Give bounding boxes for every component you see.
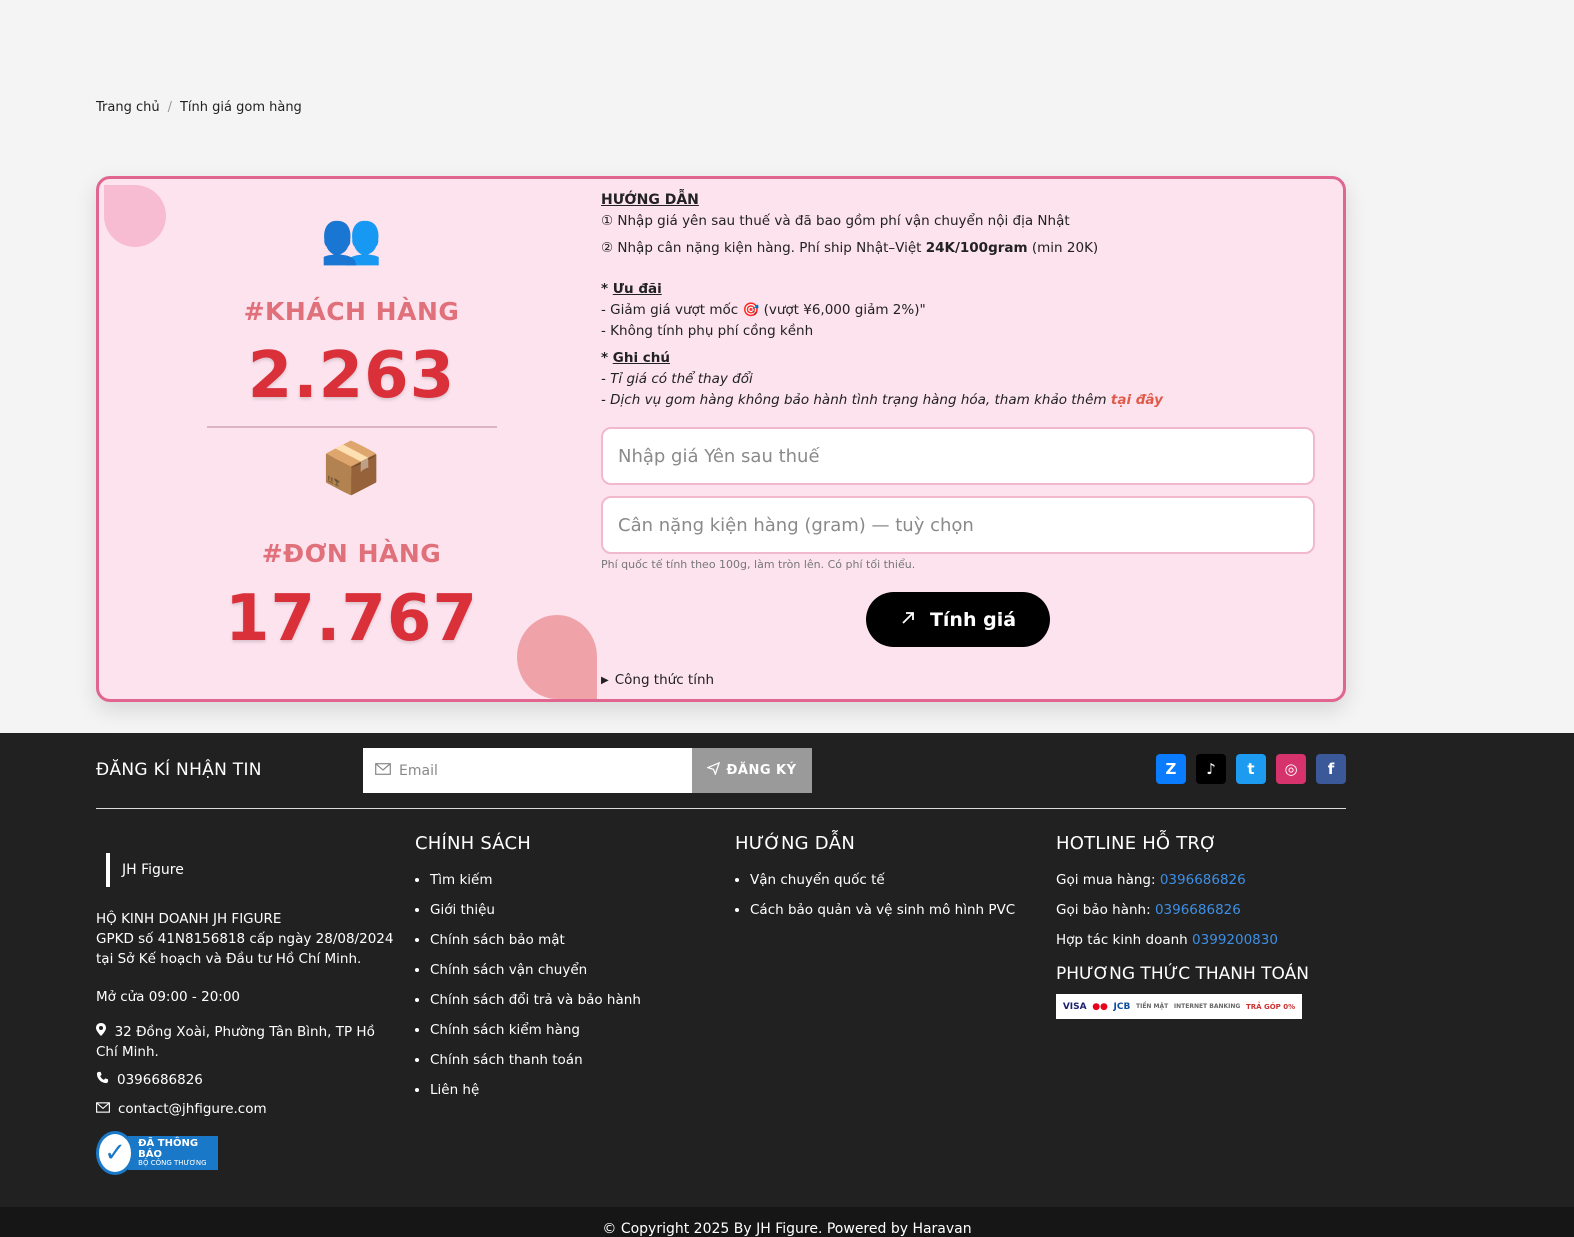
note-item-1: - Tỉ giá có thể thay đổi (601, 371, 753, 387)
arrow-up-right-icon (900, 609, 916, 631)
customers-label: #KHÁCH HÀNG (243, 297, 460, 326)
policy-link[interactable]: Chính sách thanh toán (430, 1050, 641, 1070)
hotline-title: HOTLINE HỖ TRỢ (1056, 833, 1217, 854)
store-phone[interactable]: 0396686826 (96, 1071, 203, 1088)
policy-link[interactable]: Chính sách vận chuyển (430, 960, 641, 980)
policy-link[interactable]: Giới thiệu (430, 900, 641, 920)
breadcrumb-home-link[interactable]: Trang chủ (96, 100, 160, 115)
customers-icon: 👥 (320, 209, 383, 267)
hotline-warranty-number[interactable]: 0396686826 (1155, 902, 1241, 918)
subscribe-label: ĐĂNG KÝ (726, 763, 797, 778)
guide-column: HƯỚNG DẪN Vận chuyển quốc tế Cách bảo qu… (735, 833, 1015, 930)
company-name: HỘ KINH DOANH JH FIGURE (96, 911, 282, 927)
tiktok-icon[interactable]: ♪ (1196, 754, 1226, 784)
offer-item-2: - Không tính phụ phí cồng kềnh (601, 323, 814, 339)
newsletter-email-placeholder: Email (399, 762, 438, 779)
company-info: HỘ KINH DOANH JH FIGURE GPKD số 41N81568… (96, 909, 396, 969)
note-title: * Ghi chú (601, 350, 671, 366)
zalo-icon[interactable]: Z (1156, 754, 1186, 784)
breadcrumb-current: Tính giá gom hàng (179, 100, 302, 115)
policy-link[interactable]: Chính sách kiểm hàng (430, 1020, 641, 1040)
footer-brand: JH Figure (106, 853, 184, 887)
company-registration: GPKD số 41N8156818 cấp ngày 28/08/2024 t… (96, 931, 394, 967)
formula-label: Công thức tính (614, 672, 715, 688)
opening-hours: Mở cửa 09:00 - 20:00 (96, 989, 241, 1005)
shipping-hint: Phí quốc tế tính theo 100g, làm tròn lên… (601, 558, 916, 571)
hotline-column: HOTLINE HỖ TRỢ Gọi mua hàng: 0396686826 … (1056, 833, 1309, 1019)
mastercard-icon: ●● (1092, 1001, 1108, 1012)
hotline-buy-number[interactable]: 0396686826 (1160, 872, 1246, 888)
offer-item-1: - Giảm giá vượt mốc 🎯 (vượt ¥6,000 giảm … (601, 302, 926, 318)
installment-icon: TRẢ GÓP 0% (1245, 1002, 1296, 1011)
weight-input[interactable] (601, 496, 1315, 554)
orders-icon: 📦 (320, 439, 383, 497)
ministry-registration-badge[interactable]: ✓ ĐÃ THÔNG BÁO BỘ CÔNG THƯƠNG (96, 1131, 218, 1175)
cash-icon: TIỀN MẶT (1136, 1003, 1169, 1010)
paper-plane-icon (706, 761, 721, 779)
orders-label: #ĐƠN HÀNG (261, 539, 442, 568)
social-links: Z ♪ t ◎ f (1156, 754, 1346, 784)
phone-icon (96, 1071, 109, 1088)
newsletter-email-input[interactable]: Email (363, 748, 692, 793)
footer-divider (96, 808, 1346, 809)
map-pin-icon (96, 1023, 110, 1040)
stats-divider (207, 426, 497, 428)
guide-step-2: ② Nhập cân nặng kiện hàng. Phí ship Nhật… (601, 240, 1099, 256)
policy-title: CHÍNH SÁCH (415, 833, 531, 854)
instagram-icon[interactable]: ◎ (1276, 754, 1306, 784)
twitter-icon[interactable]: t (1236, 754, 1266, 784)
policy-link[interactable]: Chính sách bảo mật (430, 930, 641, 950)
policy-column: CHÍNH SÁCH Tìm kiếm Giới thiệu Chính sác… (415, 833, 641, 1110)
guide-title: HƯỚNG DẪN (601, 192, 699, 208)
policy-link[interactable]: Tìm kiếm (430, 870, 641, 890)
hotline-buy: Gọi mua hàng: 0396686826 (1056, 872, 1246, 888)
internet-banking-icon: INTERNET BANKING (1173, 1003, 1241, 1010)
guide-section: HƯỚNG DẪN ① Nhập giá yên sau thuế và đã … (601, 190, 1321, 411)
policy-link[interactable]: Chính sách đổi trả và bảo hành (430, 990, 641, 1010)
guide-step-1: ① Nhập giá yên sau thuế và đã bao gồm ph… (601, 213, 1070, 229)
newsletter-subscribe-button[interactable]: ĐĂNG KÝ (692, 748, 812, 793)
guide-column-title: HƯỚNG DẪN (735, 833, 855, 854)
yen-price-input[interactable] (601, 427, 1315, 485)
guide-link[interactable]: Vận chuyển quốc tế (750, 870, 1015, 890)
guide-link[interactable]: Cách bảo quản và vệ sinh mô hình PVC (750, 900, 1015, 920)
check-badge-icon: ✓ (96, 1131, 135, 1175)
breadcrumb-separator: / (167, 100, 172, 115)
payment-methods: VISA ●● JCB TIỀN MẶT INTERNET BANKING TR… (1056, 994, 1302, 1019)
jcb-icon: JCB (1113, 1001, 1131, 1012)
note-link[interactable]: tại đây (1111, 392, 1163, 408)
note-item-2: - Dịch vụ gom hàng không bảo hành tình t… (601, 392, 1163, 408)
copyright: © Copyright 2025 By JH Figure. Powered b… (0, 1207, 1574, 1237)
mail-icon (375, 762, 391, 779)
hotline-business-number[interactable]: 0399200830 (1192, 932, 1278, 948)
newsletter-title: ĐĂNG KÍ NHẬN TIN (96, 760, 262, 780)
visa-icon: VISA (1062, 1001, 1087, 1012)
customers-count: 2.263 (247, 339, 456, 413)
hotline-warranty: Gọi bảo hành: 0396686826 (1056, 902, 1241, 918)
price-calculator-card: 👥 #KHÁCH HÀNG 2.263 📦 #ĐƠN HÀNG 17.767 H… (96, 176, 1346, 702)
triangle-right-icon: ▶ (601, 674, 609, 686)
calculate-button-label: Tính giá (929, 608, 1017, 631)
store-email[interactable]: contact@jhfigure.com (96, 1101, 267, 1117)
footer: ĐĂNG KÍ NHẬN TIN Email ĐĂNG KÝ Z ♪ t ◎ f… (0, 733, 1574, 1207)
envelope-icon (96, 1101, 110, 1117)
calculate-button[interactable]: Tính giá (866, 592, 1050, 647)
stats-panel: 👥 #KHÁCH HÀNG 2.263 📦 #ĐƠN HÀNG 17.767 (99, 179, 604, 699)
breadcrumb: Trang chủ / Tính giá gom hàng (96, 100, 302, 115)
facebook-icon[interactable]: f (1316, 754, 1346, 784)
policy-link[interactable]: Liên hệ (430, 1080, 641, 1100)
payment-title: PHƯƠNG THỨC THANH TOÁN (1056, 964, 1309, 984)
orders-count: 17.767 (225, 582, 478, 656)
formula-toggle[interactable]: ▶ Công thức tính (601, 672, 714, 688)
hotline-business: Hợp tác kinh doanh 0399200830 (1056, 932, 1278, 948)
store-address: 32 Đồng Xoài, Phường Tân Bình, TP Hồ Chí… (96, 1023, 375, 1060)
offer-title: * Ưu đãi (601, 281, 662, 297)
